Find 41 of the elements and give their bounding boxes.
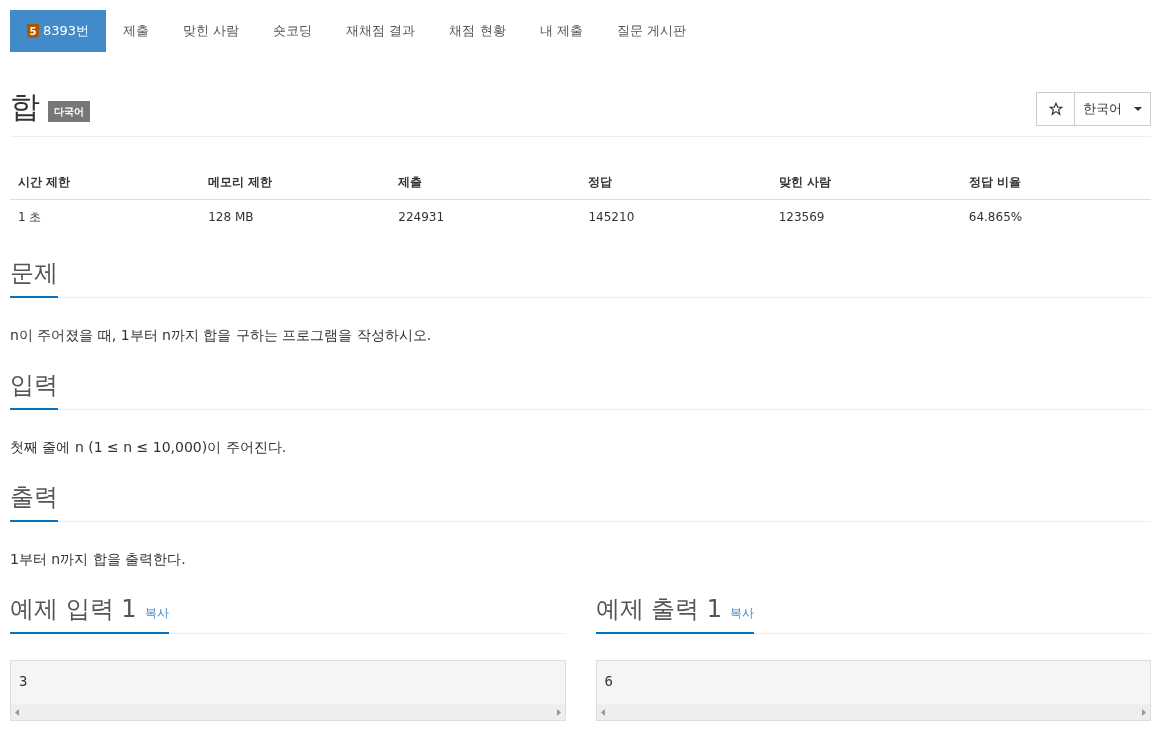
nav-tab[interactable]: 내 제출 — [522, 10, 600, 52]
table-cell: 145210 — [580, 199, 771, 234]
column-header: 메모리 제한 — [200, 165, 391, 200]
section-heading: 출력 — [10, 482, 58, 512]
nav-tab[interactable]: 숏코딩 — [256, 10, 330, 52]
section-heading: 예제 출력 1 — [595, 594, 723, 624]
nav-tab[interactable]: 5 8393번 — [10, 10, 107, 52]
copy-link[interactable]: 복사 — [144, 604, 169, 622]
column-header: 시간 제한 — [10, 165, 201, 200]
table-cell: 123569 — [770, 199, 961, 234]
tier-badge: 5 — [27, 24, 39, 38]
table-cell: 1 초 — [10, 199, 201, 234]
nav-tab[interactable]: 재채점 결과 — [329, 10, 433, 52]
nav-tab[interactable]: 제출 — [106, 10, 167, 52]
nav-tab[interactable]: 질문 게시판 — [599, 10, 703, 52]
problem-title: 합 — [10, 92, 40, 122]
nav-tab[interactable]: 채점 현황 — [432, 10, 523, 52]
table-cell: 128 MB — [200, 199, 391, 234]
sample-content: 6 — [603, 672, 614, 691]
column-header: 제출 — [390, 165, 581, 200]
column-header: 정답 — [580, 165, 771, 200]
section-heading: 예제 입력 1 — [10, 594, 137, 624]
scroll-right-icon[interactable] — [1142, 708, 1146, 716]
scroll-right-icon[interactable] — [556, 708, 561, 716]
section-text: n이 주어졌을 때, 1부터 n까지 합을 구하는 프로그램을 작성하시오. — [10, 326, 433, 345]
caret-icon — [1134, 107, 1142, 111]
star-icon — [1048, 102, 1063, 116]
section-text: 첫째 줄에 n (1 ≤ n ≤ 10,000)이 주어진다. — [10, 438, 288, 457]
scroll-left-icon[interactable] — [15, 708, 19, 716]
section-text: 1부터 n까지 합을 출력한다. — [10, 550, 187, 569]
section-heading: 입력 — [10, 370, 58, 400]
copy-link[interactable]: 복사 — [730, 604, 755, 622]
nav-tab[interactable]: 맞힌 사람 — [166, 10, 257, 52]
language-tag: 다국어 — [48, 101, 90, 122]
table-cell: 64.865% — [960, 199, 1151, 234]
table-cell: 224931 — [390, 199, 581, 234]
scroll-left-icon[interactable] — [600, 708, 605, 716]
column-header: 정답 비율 — [960, 165, 1151, 200]
section-heading: 문제 — [10, 258, 58, 288]
sample-content: 3 — [18, 672, 29, 691]
column-header: 맞힌 사람 — [770, 165, 961, 200]
